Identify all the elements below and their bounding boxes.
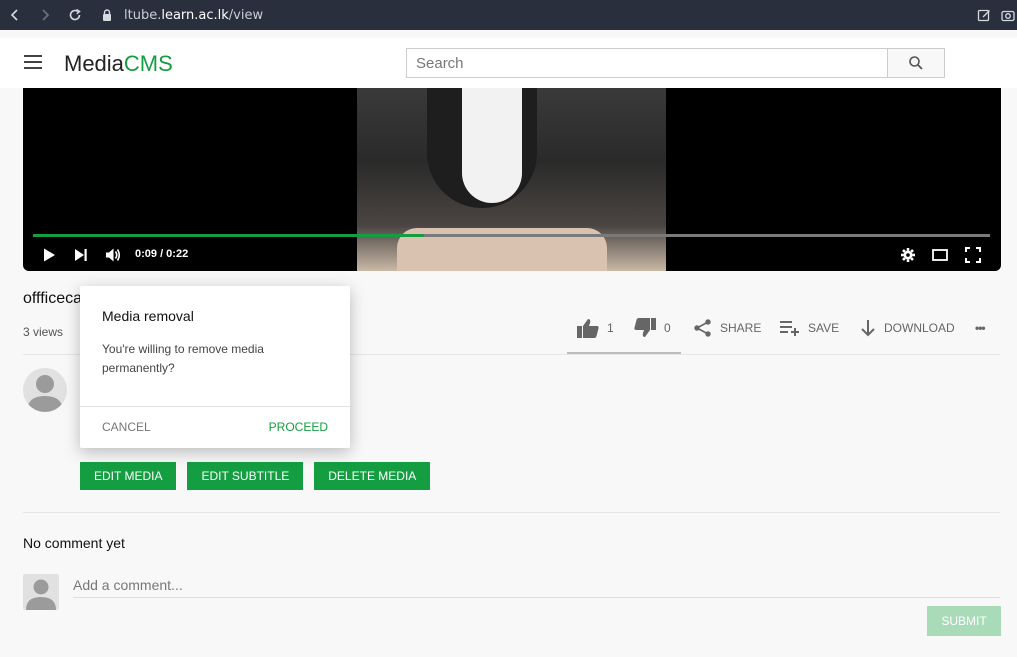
logo[interactable]: MediaCMS [64, 51, 173, 77]
browser-toolbar: ltube.learn.ac.lk/view [0, 0, 1017, 30]
edit-page-icon[interactable] [977, 8, 991, 22]
chevron-left-icon [10, 9, 18, 21]
more-icon: ••• [975, 321, 986, 335]
skip-next-icon [75, 249, 87, 261]
owner-actions: EDIT MEDIA EDIT SUBTITLE DELETE MEDIA [80, 462, 431, 490]
chevron-right-icon [42, 9, 50, 21]
fullscreen-button[interactable] [965, 245, 981, 265]
divider [23, 512, 1000, 513]
save-button[interactable]: SAVE [780, 312, 839, 344]
progress-fill [33, 234, 425, 237]
play-icon [44, 248, 55, 262]
search-bar [406, 48, 945, 78]
camera-icon[interactable] [1001, 8, 1015, 22]
search-icon [909, 56, 923, 70]
submit-comment-button[interactable]: SUBMIT [927, 606, 1001, 636]
next-button[interactable] [73, 245, 89, 265]
commenter-avatar [23, 574, 59, 610]
back-button[interactable] [0, 0, 30, 30]
url-text: ltube.learn.ac.lk/view [124, 7, 264, 23]
search-input[interactable] [406, 48, 887, 78]
user-icon [26, 579, 56, 610]
delete-media-button[interactable]: DELETE MEDIA [314, 462, 431, 490]
reload-button[interactable] [60, 0, 90, 30]
progress-bar[interactable] [33, 234, 990, 237]
search-button[interactable] [887, 48, 945, 78]
app-header: MediaCMS [0, 38, 1017, 88]
time-display: 0:09 / 0:22 [135, 248, 189, 260]
share-button[interactable]: SHARE [693, 312, 761, 344]
download-button[interactable]: DOWNLOAD [860, 312, 955, 344]
no-comments-text: No comment yet [23, 535, 125, 551]
forward-button[interactable] [30, 0, 60, 30]
menu-icon[interactable] [24, 55, 42, 69]
volume-icon [106, 248, 121, 262]
volume-button[interactable] [105, 245, 121, 265]
video-player[interactable]: 0:09 / 0:22 [23, 88, 1001, 271]
play-button[interactable] [41, 245, 57, 265]
like-count: 1 [607, 321, 614, 335]
thumbs-up-icon [577, 319, 599, 338]
dialog-message: You're willing to remove media permanent… [102, 342, 264, 375]
like-button[interactable]: 1 [577, 312, 614, 344]
gear-icon [901, 248, 915, 262]
media-title: offficeca [23, 290, 83, 307]
media-removal-dialog: Media removal You're willing to remove m… [80, 286, 350, 448]
dialog-title: Media removal [102, 308, 194, 324]
more-options-button[interactable]: ••• [975, 312, 986, 344]
user-icon [27, 375, 63, 412]
dislike-count: 0 [664, 321, 671, 335]
share-icon [694, 319, 711, 337]
author-avatar[interactable] [23, 368, 67, 412]
settings-button[interactable] [900, 245, 916, 265]
reload-icon [69, 8, 81, 21]
theater-mode-button[interactable] [932, 245, 948, 265]
dislike-button[interactable]: 0 [634, 312, 671, 344]
edit-media-button[interactable]: EDIT MEDIA [80, 462, 177, 490]
video-frame [357, 88, 666, 271]
comment-input[interactable] [73, 572, 1000, 598]
edit-subtitle-button[interactable]: EDIT SUBTITLE [187, 462, 304, 490]
dialog-divider [80, 406, 350, 407]
theater-mode-icon [932, 249, 948, 261]
fullscreen-icon [965, 247, 981, 263]
proceed-button[interactable]: PROCEED [269, 420, 328, 434]
playlist-add-icon [780, 321, 799, 336]
view-count: 3 views [23, 325, 64, 339]
address-bar[interactable]: ltube.learn.ac.lk/view [100, 8, 263, 23]
thumbs-down-icon [634, 318, 656, 337]
download-icon [861, 320, 875, 337]
lock-icon [103, 9, 111, 21]
cancel-button[interactable]: CANCEL [102, 420, 151, 434]
